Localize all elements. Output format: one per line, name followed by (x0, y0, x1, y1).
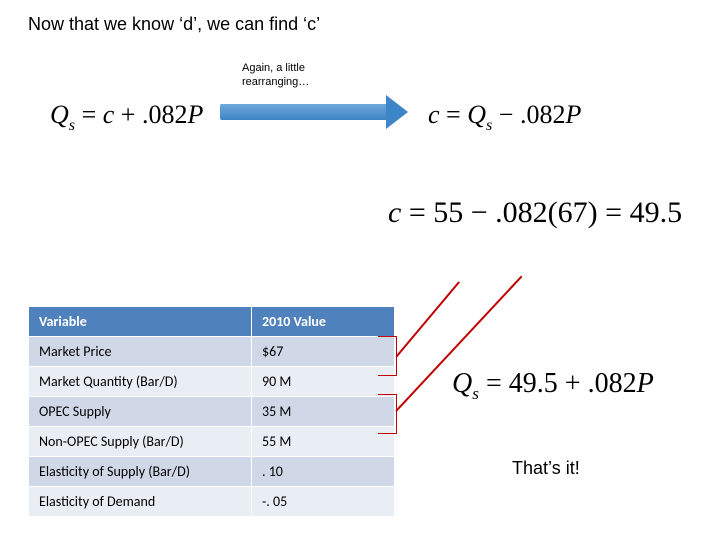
cell-variable: Elasticity of Demand (29, 487, 252, 517)
equation-qs-final: Qs = 49.5 + .082P (452, 368, 654, 404)
cell-value: $67 (252, 337, 395, 367)
thats-it-label: That’s it! (512, 458, 580, 479)
connector-line (395, 281, 459, 357)
cell-variable: Market Quantity (Bar/D) (29, 367, 252, 397)
variables-table: Variable 2010 Value Market Price $67 Mar… (28, 306, 395, 517)
cell-variable: Elasticity of Supply (Bar/D) (29, 457, 252, 487)
table-header-variable: Variable (29, 307, 252, 337)
cell-value: 90 M (252, 367, 395, 397)
cell-variable: Non-OPEC Supply (Bar/D) (29, 427, 252, 457)
cell-value: 55 M (252, 427, 395, 457)
bracket-supply (378, 394, 397, 434)
table-row: Non-OPEC Supply (Bar/D) 55 M (29, 427, 395, 457)
table-row: OPEC Supply 35 M (29, 397, 395, 427)
slide-title: Now that we know ‘d’, we can find ‘c’ (28, 14, 320, 35)
rearranging-caption: Again, a little rearranging… (242, 62, 332, 90)
table-row: Elasticity of Demand -. 05 (29, 487, 395, 517)
transform-arrow (220, 98, 406, 128)
table-header-value: 2010 Value (252, 307, 395, 337)
equation-c-solved: c = Qs − .082P (428, 100, 581, 134)
cell-value: 35 M (252, 397, 395, 427)
cell-value: . 10 (252, 457, 395, 487)
equation-qs-original: Qs = c + .082P (50, 100, 203, 134)
cell-variable: Market Price (29, 337, 252, 367)
table-row: Elasticity of Supply (Bar/D) . 10 (29, 457, 395, 487)
equation-c-numeric: c = 55 − .082(67) = 49.5 (388, 196, 682, 230)
arrow-bar (220, 104, 390, 120)
table-row: Market Quantity (Bar/D) 90 M (29, 367, 395, 397)
arrow-head-icon (386, 95, 408, 129)
table-row: Market Price $67 (29, 337, 395, 367)
cell-value: -. 05 (252, 487, 395, 517)
cell-variable: OPEC Supply (29, 397, 252, 427)
